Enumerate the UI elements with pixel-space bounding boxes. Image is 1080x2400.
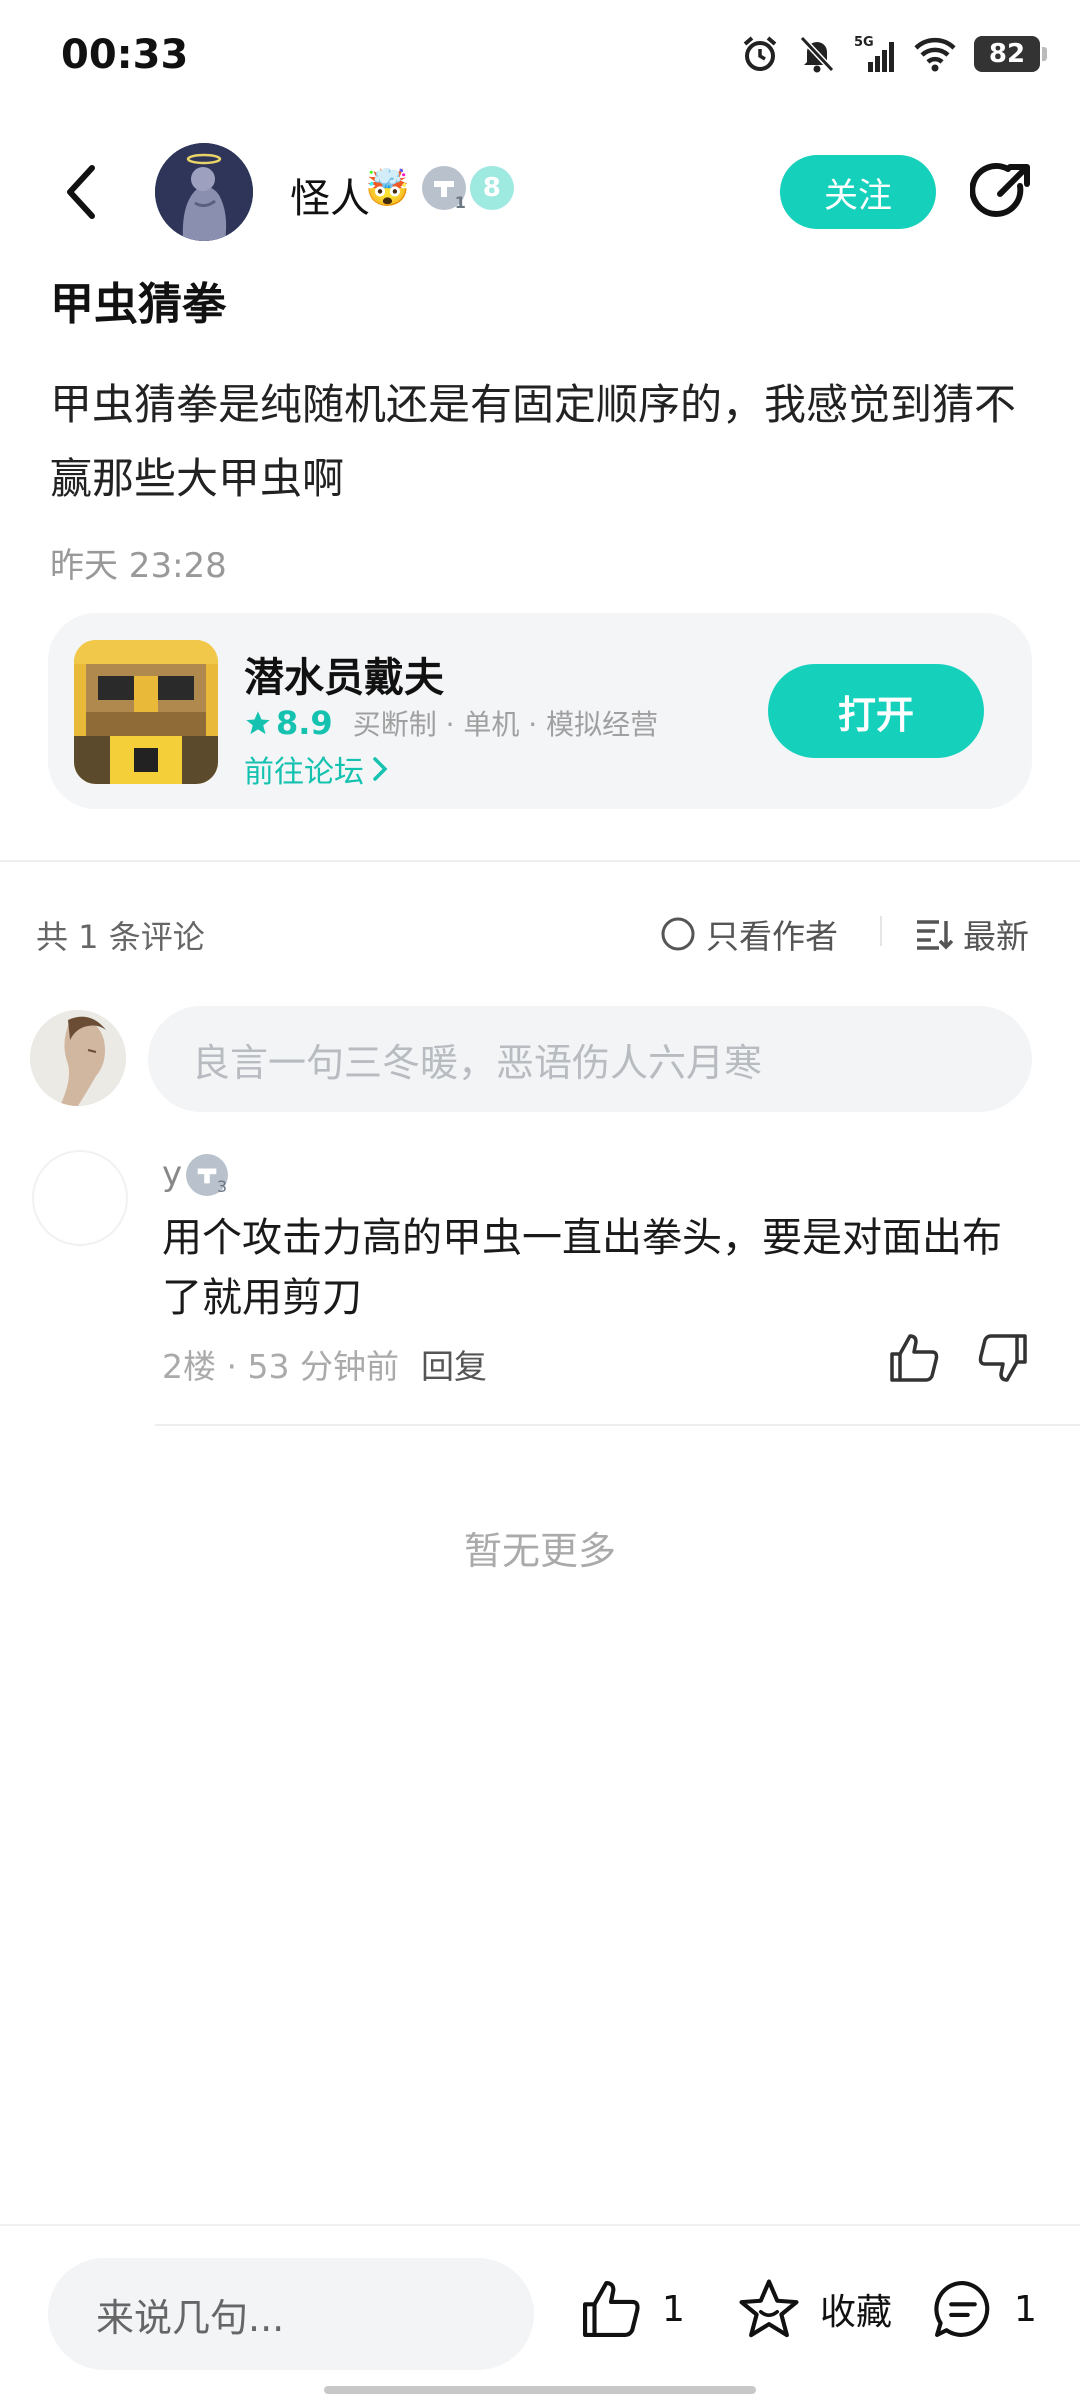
commenter-level-number: 3 <box>216 1177 227 1196</box>
like-button[interactable]: 1 <box>578 2276 685 2342</box>
author-name[interactable]: 怪人 <box>290 166 370 224</box>
sort-latest-button[interactable]: 最新 <box>915 910 1029 958</box>
comment-time: 53 分钟前 <box>247 1347 399 1386</box>
favorite-label: 收藏 <box>820 2292 893 2333</box>
bottom-action-bar: 来说几句... 1 收藏 1 <box>0 2224 1080 2400</box>
game-tags: 买断制 · 单机 · 模拟经营 <box>352 708 659 741</box>
author-avatar-image <box>155 143 253 241</box>
game-score: 8.9 <box>244 704 333 742</box>
comments-button[interactable]: 1 <box>930 2276 1037 2342</box>
follow-button[interactable]: 关注 <box>780 155 936 229</box>
favorite-button[interactable]: 收藏 <box>736 2276 892 2342</box>
game-forum-label: 前往论坛 <box>244 755 364 790</box>
commenter-level-badge: 3 <box>186 1154 228 1196</box>
battery-indicator: 82 <box>974 36 1047 72</box>
radio-circle-icon <box>661 917 695 951</box>
sort-label: 最新 <box>963 917 1029 956</box>
star-outline-icon <box>739 2279 799 2338</box>
my-avatar <box>30 1010 126 1106</box>
post-body: 甲虫猜拳是纯随机还是有固定顺序的，我感觉到猜不赢那些大甲虫啊 <box>50 380 1017 503</box>
game-icon <box>74 640 218 784</box>
alarm-icon <box>743 36 777 71</box>
back-button[interactable] <box>52 160 108 224</box>
commenter-name[interactable]: y <box>162 1154 182 1194</box>
author-avatar[interactable] <box>155 143 253 241</box>
section-divider <box>0 860 1080 862</box>
status-bar: 00:33 5G 82 <box>0 0 1080 120</box>
author-badges: 🤯 1 8 <box>365 166 514 212</box>
like-count: 1 <box>662 2288 685 2330</box>
post-title: 甲虫猜拳 <box>50 279 226 330</box>
level-big-number: 8 <box>482 173 501 203</box>
only-author-label: 只看作者 <box>706 917 838 956</box>
mute-bell-icon <box>799 35 835 73</box>
status-time: 00:33 <box>61 32 189 78</box>
comment-text: 用个攻击力高的甲虫一直出拳头，要是对面出布了就用剪刀 <box>162 1215 1002 1321</box>
comment-like-button[interactable] <box>886 1330 942 1386</box>
thumbs-up-icon <box>583 2281 640 2337</box>
comment-count-bottom: 1 <box>1014 2288 1037 2330</box>
comment-input[interactable]: 良言一句三冬暖，恶语伤人六月寒 <box>148 1006 1032 1112</box>
comment-floor: 2楼 <box>162 1347 216 1386</box>
status-icons: 5G 82 <box>740 34 1047 74</box>
sort-icon <box>917 920 953 950</box>
comment-bubble-icon <box>934 2281 990 2337</box>
level-badge-small: 1 <box>421 166 466 212</box>
reply-button[interactable]: 回复 <box>421 1340 487 1388</box>
game-meta: 8.9 买断制 · 单机 · 模拟经营 <box>244 703 658 743</box>
game-name: 潜水员戴夫 <box>244 655 444 701</box>
emoji-badge: 🤯 <box>365 168 410 209</box>
wifi-icon <box>914 37 956 72</box>
star-icon <box>246 711 270 735</box>
chevron-left-icon <box>67 165 95 219</box>
author-name-text: 怪人 <box>290 176 370 222</box>
chevron-right-icon <box>373 757 388 781</box>
post-time: 昨天 23:28 <box>50 546 227 586</box>
comment-meta: 2楼 · 53 分钟前 回复 <box>162 1340 487 1388</box>
thumbs-up-icon <box>890 1334 939 1382</box>
my-avatar-image <box>30 1010 126 1106</box>
game-pixel-art <box>74 640 218 784</box>
game-card[interactable]: 潜水员戴夫 8.9 买断制 · 单机 · 模拟经营 前往论坛 打开 <box>48 613 1032 809</box>
thumbs-down-icon <box>978 1334 1027 1382</box>
comment-count: 共 1 条评论 <box>36 918 205 956</box>
game-forum-link[interactable]: 前往论坛 <box>244 747 388 791</box>
only-author-toggle[interactable]: 只看作者 <box>660 910 838 958</box>
comment-dislike-button[interactable] <box>975 1330 1031 1386</box>
header-separator <box>880 916 882 946</box>
game-score-value: 8.9 <box>276 704 333 742</box>
comment-divider <box>155 1424 1080 1426</box>
level-small-number: 1 <box>454 193 466 212</box>
share-icon <box>969 162 1030 217</box>
level-badge-big: 8 <box>469 166 514 210</box>
svg-text:5G: 5G <box>854 35 874 50</box>
commenter-avatar[interactable] <box>32 1150 128 1246</box>
signal-5g-icon: 5G <box>854 35 894 72</box>
bottom-comment-input[interactable]: 来说几句... <box>48 2258 534 2370</box>
home-indicator[interactable] <box>324 2386 756 2394</box>
open-game-button[interactable]: 打开 <box>768 664 984 758</box>
no-more-text: 暂无更多 <box>463 1529 616 1573</box>
share-button[interactable] <box>969 160 1034 224</box>
